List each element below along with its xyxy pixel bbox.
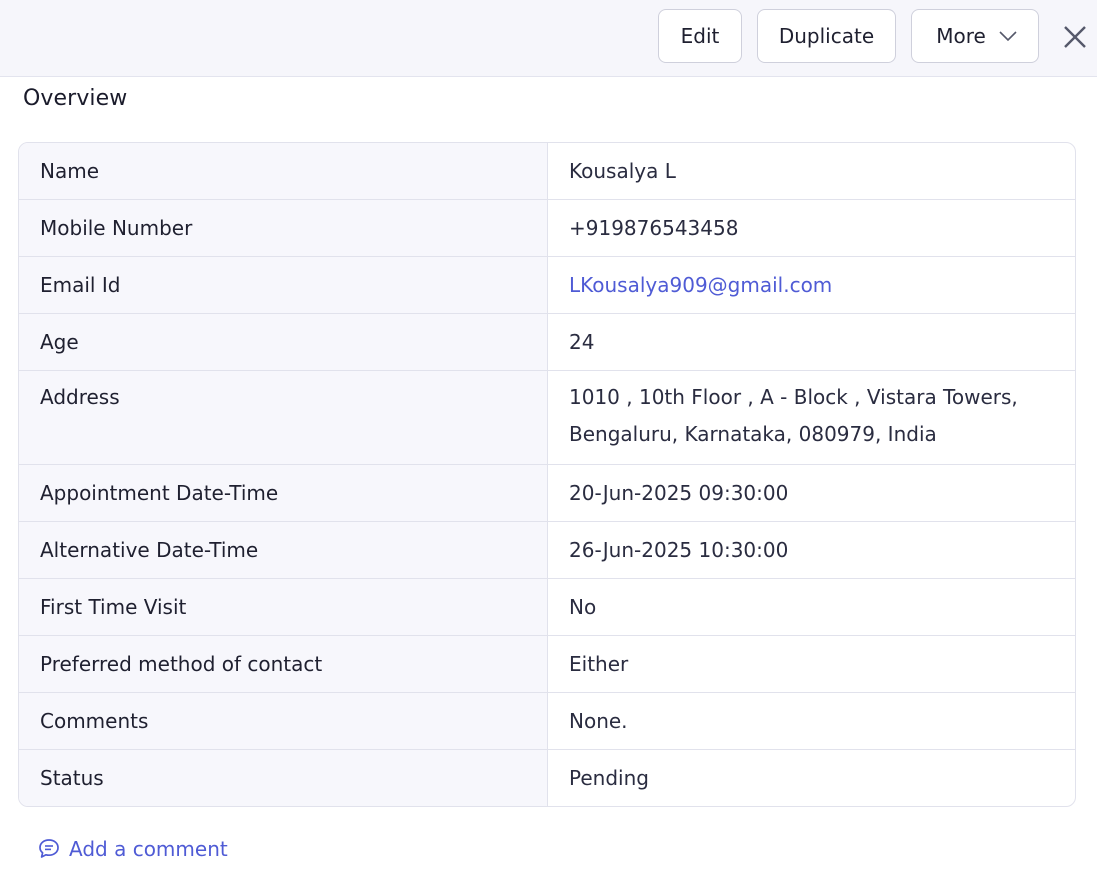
address-value: 1010 , 10th Floor , A - Block , Vistara … <box>548 371 1075 464</box>
field-value: 24 <box>569 330 595 354</box>
add-comment-label: Add a comment <box>69 837 228 861</box>
field-label: Email Id <box>19 257 548 313</box>
field-label: Age <box>19 314 548 370</box>
email-link[interactable]: LKousalya909@gmail.com <box>569 273 832 297</box>
more-label: More <box>936 24 986 48</box>
field-value: None. <box>569 709 628 733</box>
field-value: +919876543458 <box>569 216 739 240</box>
table-row: Age 24 <box>19 313 1075 370</box>
field-label: Address <box>19 371 548 464</box>
email-link-cell: LKousalya909@gmail.com <box>548 257 1075 313</box>
field-label: Preferred method of contact <box>19 636 548 692</box>
comment-icon <box>37 837 61 861</box>
field-value: 26-Jun-2025 10:30:00 <box>569 538 789 562</box>
field-value: 20-Jun-2025 09:30:00 <box>569 481 789 505</box>
table-row: Address 1010 , 10th Floor , A - Block , … <box>19 370 1075 464</box>
table-row: Name Kousalya L <box>19 143 1075 199</box>
chevron-down-icon <box>998 30 1018 42</box>
table-row: First Time Visit No <box>19 578 1075 635</box>
overview-table: Name Kousalya L Mobile Number +919876543… <box>18 142 1076 807</box>
field-value: Kousalya L <box>569 159 676 183</box>
field-label: Name <box>19 143 548 199</box>
field-label: First Time Visit <box>19 579 548 635</box>
field-value: Either <box>569 652 629 676</box>
close-icon[interactable] <box>1060 22 1090 52</box>
table-row: Comments None. <box>19 692 1075 749</box>
table-row: Preferred method of contact Either <box>19 635 1075 692</box>
field-label: Comments <box>19 693 548 749</box>
edit-button[interactable]: Edit <box>658 9 742 63</box>
field-label: Mobile Number <box>19 200 548 256</box>
duplicate-button[interactable]: Duplicate <box>757 9 896 63</box>
table-row: Email Id LKousalya909@gmail.com <box>19 256 1075 313</box>
add-comment-link[interactable]: Add a comment <box>37 837 228 861</box>
address-line-1: 1010 , 10th Floor , A - Block , Vistara … <box>569 385 1018 409</box>
more-button[interactable]: More <box>911 9 1039 63</box>
field-value: No <box>569 595 597 619</box>
address-line-2: Bengaluru, Karnataka, 080979, India <box>569 422 937 446</box>
table-row: Appointment Date-Time 20-Jun-2025 09:30:… <box>19 464 1075 521</box>
field-label: Appointment Date-Time <box>19 465 548 521</box>
top-toolbar: Edit Duplicate More <box>0 0 1097 77</box>
table-row: Alternative Date-Time 26-Jun-2025 10:30:… <box>19 521 1075 578</box>
section-title: Overview <box>23 86 128 111</box>
status-value: Pending <box>569 766 649 790</box>
table-row: Status Pending <box>19 749 1075 806</box>
field-label: Alternative Date-Time <box>19 522 548 578</box>
field-label: Status <box>19 750 548 806</box>
table-row: Mobile Number +919876543458 <box>19 199 1075 256</box>
